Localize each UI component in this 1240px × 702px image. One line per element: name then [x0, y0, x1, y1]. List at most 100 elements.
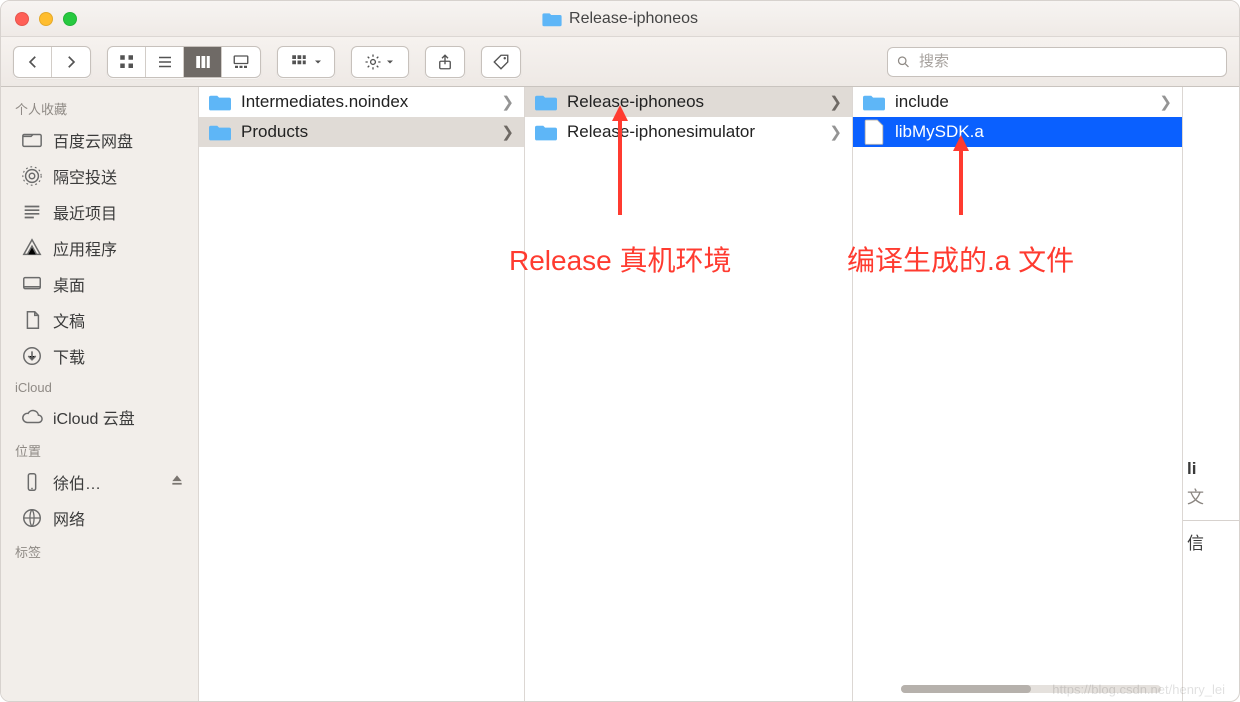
arrange-button-group	[277, 46, 335, 78]
sidebar-item-airdrop[interactable]: 隔空投送	[1, 158, 198, 194]
folder-icon	[863, 91, 885, 113]
sidebar-item-iphone[interactable]: 徐伯…	[1, 464, 198, 500]
column-item-label: Release-iphoneos	[567, 92, 704, 112]
tag-icon	[492, 53, 510, 71]
column-item-label: Release-iphonesimulator	[567, 122, 755, 142]
preview-name: li	[1183, 457, 1239, 481]
list-icon	[156, 53, 174, 71]
column-item-libmysdk[interactable]: libMySDK.a	[853, 117, 1182, 147]
column-item-release-iphonesimulator[interactable]: Release-iphonesimulator ❯	[525, 117, 852, 147]
eject-icon[interactable]	[170, 473, 184, 492]
network-icon	[21, 507, 43, 529]
arrange-icon	[288, 53, 310, 71]
scrollbar-thumb[interactable]	[901, 685, 1031, 693]
column-1: Intermediates.noindex ❯ Products ❯	[199, 87, 525, 701]
sidebar-item-documents[interactable]: 文稿	[1, 302, 198, 338]
chevron-right-icon: ❯	[501, 93, 514, 111]
finder-window: Release-iphoneos	[0, 0, 1240, 702]
sidebar-item-downloads[interactable]: 下载	[1, 338, 198, 374]
apps-icon	[21, 237, 43, 259]
zoom-button[interactable]	[63, 12, 77, 26]
preview-info: 信	[1183, 527, 1239, 556]
view-list-button[interactable]	[146, 47, 184, 77]
forward-button[interactable]	[52, 47, 90, 77]
column-item-label: libMySDK.a	[895, 122, 984, 142]
search-icon	[896, 54, 911, 70]
titlebar: Release-iphoneos	[1, 1, 1239, 37]
folder-icon	[209, 91, 231, 113]
gear-icon	[364, 53, 382, 71]
body: 个人收藏 百度云网盘 隔空投送 最近项目 应用程序 桌面	[1, 87, 1239, 701]
docs-icon	[21, 309, 43, 331]
view-icons-button[interactable]	[108, 47, 146, 77]
close-button[interactable]	[15, 12, 29, 26]
iphone-icon	[21, 471, 43, 493]
folder-icon	[535, 121, 557, 143]
search-field[interactable]	[887, 47, 1227, 77]
sidebar-section-locations-label: 位置	[1, 435, 198, 464]
minimize-button[interactable]	[39, 12, 53, 26]
window-controls	[15, 12, 77, 26]
tags-button[interactable]	[482, 47, 520, 77]
sidebar-item-label: 百度云网盘	[53, 128, 133, 152]
sidebar-item-desktop[interactable]: 桌面	[1, 266, 198, 302]
recents-icon	[21, 201, 43, 223]
column-3: include ❯ libMySDK.a	[853, 87, 1183, 701]
chevron-right-icon: ❯	[501, 123, 514, 141]
sidebar-item-label: 隔空投送	[53, 164, 117, 188]
sidebar-item-label: iCloud 云盘	[53, 405, 135, 429]
preview-kind: 文	[1183, 481, 1239, 510]
chevron-down-icon	[312, 53, 324, 71]
column-item-products[interactable]: Products ❯	[199, 117, 524, 147]
column-item-label: Intermediates.noindex	[241, 92, 408, 112]
sidebar-item-label: 徐伯…	[53, 470, 101, 494]
chevron-right-icon: ❯	[829, 123, 842, 141]
sidebar-item-applications[interactable]: 应用程序	[1, 230, 198, 266]
action-button-group	[351, 46, 409, 78]
sidebar-item-network[interactable]: 网络	[1, 500, 198, 536]
preview-panel: li 文 信	[1183, 87, 1239, 701]
airdrop-icon	[21, 165, 43, 187]
window-title-text: Release-iphoneos	[569, 10, 698, 28]
arrange-button[interactable]	[278, 47, 334, 77]
folder-icon	[535, 91, 557, 113]
back-button[interactable]	[14, 47, 52, 77]
column-item-label: include	[895, 92, 949, 112]
column-browser: Intermediates.noindex ❯ Products ❯ Relea…	[199, 87, 1239, 701]
column-item-release-iphoneos[interactable]: Release-iphoneos ❯	[525, 87, 852, 117]
sidebar: 个人收藏 百度云网盘 隔空投送 最近项目 应用程序 桌面	[1, 87, 199, 701]
toolbar	[1, 37, 1239, 87]
sidebar-item-label: 桌面	[53, 272, 85, 296]
sidebar-section-tags-label: 标签	[1, 536, 198, 565]
sidebar-item-recents[interactable]: 最近项目	[1, 194, 198, 230]
sidebar-item-label: 下载	[53, 344, 85, 368]
file-icon	[863, 121, 885, 143]
sidebar-item-icloud-drive[interactable]: iCloud 云盘	[1, 399, 198, 435]
folder-icon	[209, 121, 231, 143]
action-button[interactable]	[352, 47, 408, 77]
sidebar-item-label: 最近项目	[53, 200, 117, 224]
chevron-right-icon: ❯	[829, 93, 842, 111]
chevron-right-icon: ❯	[1159, 93, 1172, 111]
tags-button-group	[481, 46, 521, 78]
watermark: https://blog.csdn.net/henry_lei	[1052, 682, 1225, 697]
grid-icon	[118, 53, 136, 71]
view-columns-button[interactable]	[184, 47, 222, 77]
share-button[interactable]	[426, 47, 464, 77]
column-item-include[interactable]: include ❯	[853, 87, 1182, 117]
sidebar-item-baidu-cloud[interactable]: 百度云网盘	[1, 122, 198, 158]
sidebar-item-label: 应用程序	[53, 236, 117, 260]
column-item-intermediates[interactable]: Intermediates.noindex ❯	[199, 87, 524, 117]
column-2: Release-iphoneos ❯ Release-iphonesimulat…	[525, 87, 853, 701]
gallery-icon	[232, 53, 250, 71]
columns-icon	[194, 53, 212, 71]
downloads-icon	[21, 345, 43, 367]
cloud-icon	[21, 406, 43, 428]
sidebar-section-favorites-label: 个人收藏	[1, 93, 198, 122]
folder-icon	[21, 129, 43, 151]
folder-icon	[542, 11, 562, 27]
chevron-down-icon	[384, 53, 396, 71]
view-mode-buttons	[107, 46, 261, 78]
view-gallery-button[interactable]	[222, 47, 260, 77]
search-input[interactable]	[917, 52, 1218, 71]
